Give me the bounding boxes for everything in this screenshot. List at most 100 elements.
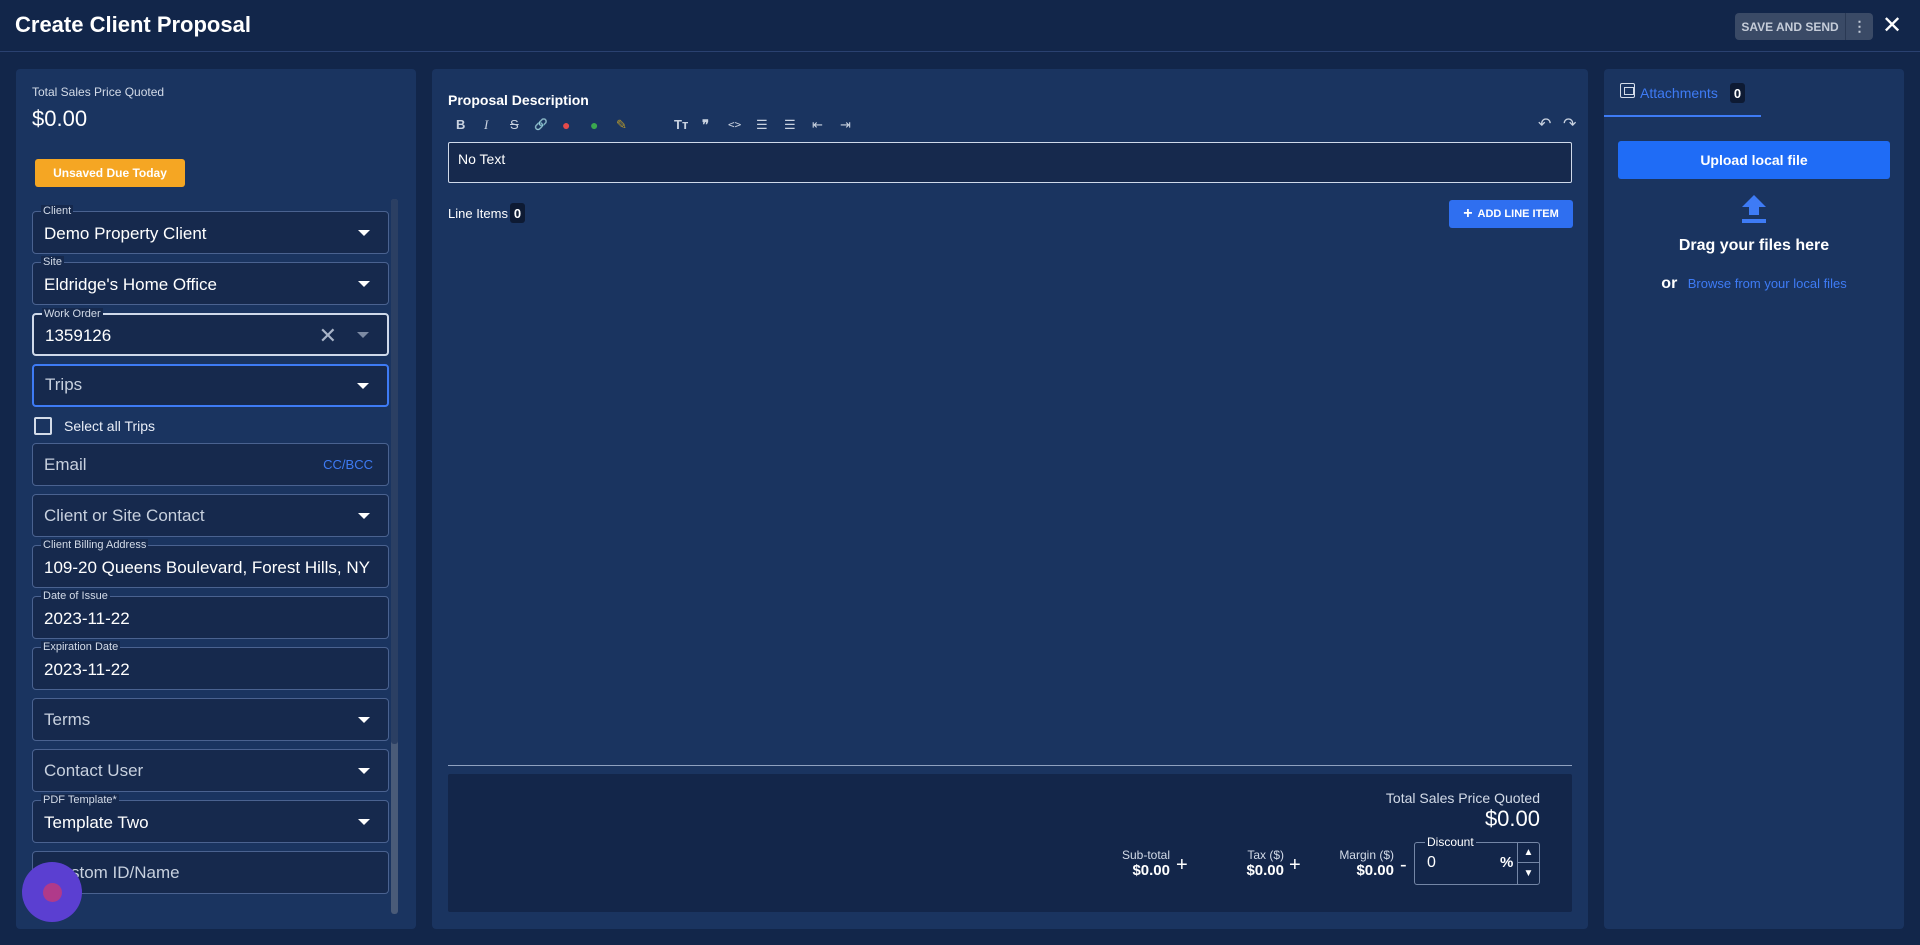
- terms-select[interactable]: Terms: [32, 698, 389, 741]
- green-color-icon[interactable]: ●: [590, 116, 598, 134]
- date-of-issue-field[interactable]: Date of Issue 2023-11-22: [32, 590, 389, 639]
- chevron-down-icon[interactable]: [358, 819, 370, 825]
- or-text: or: [1661, 275, 1678, 292]
- chevron-down-icon[interactable]: [357, 383, 369, 389]
- contact-user-select[interactable]: Contact User: [32, 749, 389, 792]
- work-order-select[interactable]: Work Order 1359126 ✕: [32, 308, 389, 356]
- expiration-date-value: 2023-11-22: [44, 660, 130, 679]
- total-sales-price-value: $0.00: [1484, 806, 1540, 831]
- proposal-details-panel: Total Sales Price Quoted $0.00 Unsaved D…: [16, 69, 416, 929]
- page-title: Create Client Proposal: [15, 12, 251, 37]
- select-all-trips-label: Select all Trips: [64, 418, 156, 434]
- red-color-icon[interactable]: ●: [562, 116, 570, 134]
- header-bar: Create Client Proposal SAVE AND SEND ⋮ ✕: [0, 0, 1920, 52]
- cc-bcc-link[interactable]: CC/BCC: [323, 457, 373, 472]
- minus-operator: -: [1400, 854, 1407, 876]
- undo-icon[interactable]: ↶: [1538, 116, 1551, 134]
- discount-stepper[interactable]: ▲ ▼: [1517, 843, 1539, 884]
- contact-user-placeholder: Contact User: [44, 761, 144, 780]
- outdent-icon[interactable]: ⇤: [812, 116, 823, 134]
- editor-toolbar: B I S 🔗 ● ● ✎ Tт ❞ <> ☰ ☰ ⇤ ⇥ ↶ ↷: [448, 116, 1576, 134]
- divider: [448, 765, 1572, 766]
- indent-icon[interactable]: ⇥: [840, 116, 851, 134]
- attachments-panel: Attachments 0 Upload local file Drag you…: [1604, 69, 1904, 929]
- site-value: Eldridge's Home Office: [44, 275, 218, 294]
- drag-files-text: Drag your files here: [1678, 237, 1830, 254]
- attachments-count-badge: 0: [1730, 83, 1745, 103]
- expiration-date-field[interactable]: Expiration Date 2023-11-22: [32, 641, 389, 690]
- email-field[interactable]: Email CC/BCC: [32, 443, 389, 486]
- chevron-up-icon[interactable]: ▲: [1518, 843, 1539, 863]
- heading-icon[interactable]: Tт: [674, 116, 688, 134]
- upload-arrow-icon: [1742, 195, 1766, 223]
- custom-id-placeholder: stom ID/Name: [71, 863, 180, 882]
- email-placeholder: Email: [44, 455, 87, 474]
- add-line-item-button[interactable]: + ADD LINE ITEM: [1449, 200, 1573, 228]
- contact-select[interactable]: Client or Site Contact: [32, 494, 389, 537]
- browse-local-files-link[interactable]: Browse from your local files: [1688, 276, 1847, 291]
- client-value: Demo Property Client: [44, 224, 207, 243]
- chevron-down-icon[interactable]: [358, 513, 370, 519]
- italic-icon[interactable]: I: [484, 116, 488, 134]
- billing-address-label: Client Billing Address: [41, 539, 149, 551]
- chevron-down-icon[interactable]: ▼: [1518, 863, 1539, 883]
- save-and-send-button[interactable]: SAVE AND SEND: [1735, 13, 1845, 40]
- select-all-trips-row[interactable]: Select all Trips: [34, 417, 155, 435]
- trips-select[interactable]: Trips: [32, 364, 389, 407]
- attachments-icon: [1620, 83, 1635, 98]
- billing-address-field[interactable]: Client Billing Address 109-20 Queens Bou…: [32, 539, 389, 588]
- total-sales-price-value: $0.00: [32, 106, 88, 131]
- clear-icon[interactable]: ✕: [319, 323, 337, 349]
- chevron-down-icon[interactable]: [358, 717, 370, 723]
- chevron-down-icon[interactable]: [358, 281, 370, 287]
- discount-label: Discount: [1425, 835, 1476, 849]
- close-icon[interactable]: ✕: [1882, 12, 1902, 40]
- highlight-pen-icon[interactable]: ✎: [616, 116, 627, 134]
- redo-icon[interactable]: ↷: [1563, 116, 1576, 134]
- plus-operator: +: [1176, 854, 1188, 876]
- total-sales-price-label: Total Sales Price Quoted: [1385, 790, 1540, 806]
- pdf-template-select[interactable]: PDF Template* Template Two: [32, 794, 389, 843]
- quote-icon[interactable]: ❞: [702, 116, 709, 134]
- total-sales-price-label: Total Sales Price Quoted: [32, 85, 165, 99]
- chevron-down-icon[interactable]: [358, 768, 370, 774]
- bullet-list-icon[interactable]: ☰: [756, 116, 768, 134]
- tax-label: Tax ($): [1247, 848, 1284, 862]
- upload-local-file-button[interactable]: Upload local file: [1618, 141, 1890, 179]
- proposal-description-label: Proposal Description: [448, 92, 589, 108]
- bold-icon[interactable]: B: [456, 116, 465, 134]
- numbered-list-icon[interactable]: ☰: [784, 116, 796, 134]
- chevron-down-icon[interactable]: [358, 230, 370, 236]
- proposal-description-editor[interactable]: No Text: [448, 142, 1572, 183]
- pdf-template-value: Template Two: [44, 813, 149, 832]
- date-of-issue-value: 2023-11-22: [44, 609, 130, 628]
- more-options-icon[interactable]: ⋮: [1845, 13, 1873, 40]
- attachments-tab-label: Attachments: [1640, 85, 1718, 101]
- scrollbar-thumb[interactable]: [391, 199, 398, 744]
- billing-address-value: 109-20 Queens Boulevard, Forest Hills, N…: [44, 558, 374, 577]
- percent-unit: %: [1500, 854, 1514, 871]
- select-all-trips-checkbox[interactable]: [34, 417, 52, 435]
- strikethrough-icon[interactable]: S: [510, 116, 519, 134]
- link-icon[interactable]: 🔗: [534, 116, 548, 134]
- custom-id-field[interactable]: stom ID/Name: [32, 851, 389, 894]
- plus-icon: +: [1463, 205, 1473, 222]
- plus-operator: +: [1289, 854, 1301, 876]
- code-icon[interactable]: <>: [728, 116, 741, 134]
- totals-section: Total Sales Price Quoted $0.00 Sub-total…: [448, 774, 1572, 912]
- chat-icon: [43, 883, 62, 902]
- tab-attachments[interactable]: Attachments 0: [1604, 69, 1761, 117]
- expiration-date-label: Expiration Date: [41, 641, 121, 653]
- chevron-down-icon[interactable]: [357, 332, 369, 338]
- chat-launcher-button[interactable]: [22, 862, 82, 922]
- site-label: Site: [41, 256, 64, 268]
- site-select[interactable]: Site Eldridge's Home Office: [32, 256, 389, 305]
- terms-placeholder: Terms: [44, 710, 91, 729]
- discount-value[interactable]: 0: [1427, 854, 1436, 872]
- save-and-send-button-group[interactable]: SAVE AND SEND ⋮: [1735, 13, 1873, 40]
- client-select[interactable]: Client Demo Property Client: [32, 205, 389, 254]
- editor-text: No Text: [458, 151, 506, 167]
- left-panel-scrollbar[interactable]: [391, 199, 398, 914]
- status-badge: Unsaved Due Today: [35, 159, 185, 187]
- discount-field[interactable]: Discount 0 % ▲ ▼: [1414, 835, 1540, 885]
